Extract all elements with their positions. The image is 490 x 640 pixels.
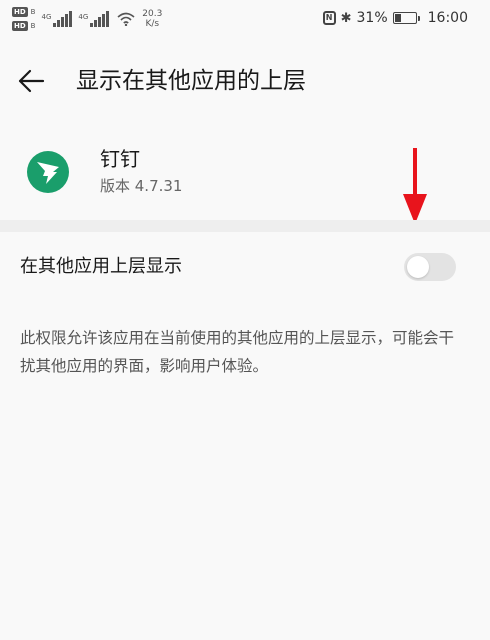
page-title: 显示在其他应用的上层 (76, 68, 306, 94)
network-speed: 20.3 K/s (142, 9, 162, 29)
arrow-left-icon (18, 69, 45, 93)
network-type-1: 4G (41, 12, 52, 21)
app-bar: 显示在其他应用的上层 (0, 56, 490, 106)
overlay-permission-row[interactable]: 在其他应用上层显示 (0, 236, 490, 298)
section-divider (0, 220, 490, 232)
network-speed-unit: K/s (145, 18, 160, 29)
network-type-2: 4G (78, 12, 89, 21)
battery-percent: 31% (356, 10, 388, 26)
hd-badge-top: HD (12, 6, 28, 17)
annotation-arrow-icon (403, 148, 427, 224)
status-right: N ✱ 31% 16:00 (322, 10, 468, 26)
hd-suffix-top: B (30, 7, 36, 16)
clock: 16:00 (427, 10, 468, 26)
dingtalk-logo-icon (27, 151, 69, 193)
battery-icon (392, 12, 420, 24)
signal-2: 4G (78, 10, 110, 27)
signal-bars-icon (90, 10, 110, 27)
status-bar: HD B HD B 4G 4G 20.3 K/s N ✱ 31% 16:00 (0, 0, 490, 40)
signal-bars-icon (53, 10, 73, 27)
overlay-permission-switch[interactable] (404, 253, 456, 281)
app-version: 版本 4.7.31 (100, 177, 183, 195)
back-button[interactable] (16, 66, 52, 96)
battery-level (394, 14, 401, 22)
hd-badge-bottom: HD (12, 20, 28, 31)
switch-knob (407, 256, 429, 278)
status-left: HD B HD B 4G 4G 20.3 K/s (12, 6, 162, 31)
bluetooth-icon: ✱ (340, 10, 352, 26)
overlay-permission-label: 在其他应用上层显示 (20, 256, 182, 277)
signal-1: 4G (41, 10, 73, 27)
wifi-icon (117, 12, 135, 26)
hd-suffix-bottom: B (30, 21, 36, 30)
permission-description: 此权限允许该应用在当前使用的其他应用的上层显示，可能会干扰其他应用的界面，影响用… (20, 329, 455, 375)
app-name: 钉钉 (100, 147, 140, 171)
nfc-icon: N (322, 11, 336, 25)
hd-indicators: HD B HD B (12, 6, 35, 31)
network-speed-value: 20.3 (142, 8, 163, 19)
